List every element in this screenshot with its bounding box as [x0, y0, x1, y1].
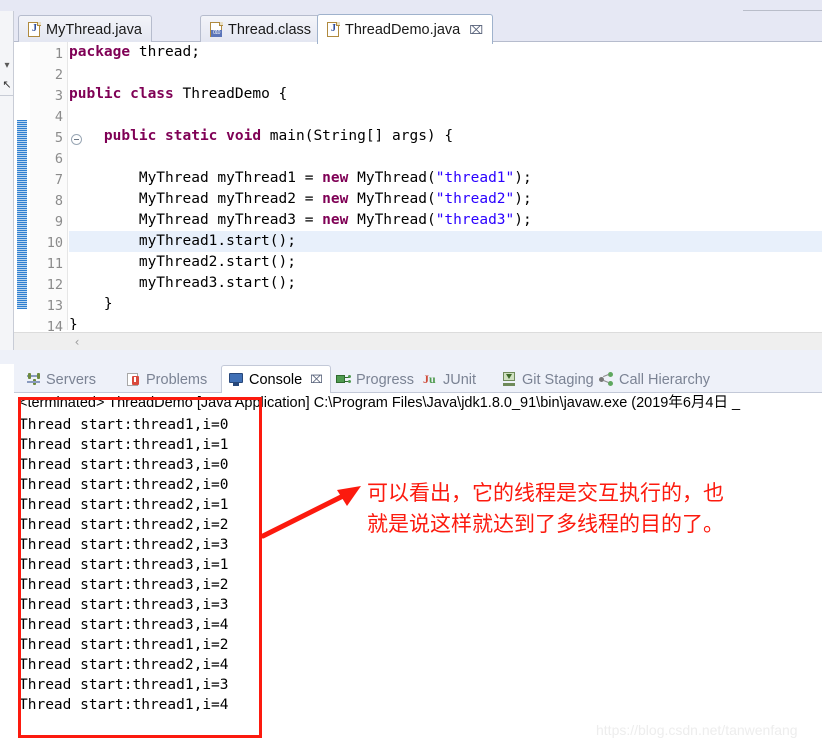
code-line[interactable] [69, 63, 822, 84]
console-output-line: Thread start:thread3,i=0 [19, 457, 229, 473]
console-view[interactable]: <terminated> ThreadDemo [Java Applicatio… [14, 393, 822, 754]
console-output-line: Thread start:thread1,i=3 [19, 677, 229, 693]
rail-chevron-down-icon[interactable]: ▾ [1, 59, 13, 73]
java-file-icon: J [327, 22, 340, 37]
view-tab-console[interactable]: Console ⌧ [221, 365, 331, 393]
console-output-line: Thread start:thread1,i=1 [19, 437, 229, 453]
editor-line-number-gutter: 1 2 3 4 5 6 7 8 9 10 11 12 13 14 [30, 42, 82, 335]
console-output-line: Thread start:thread2,i=4 [19, 657, 229, 673]
editor-tab-threaddemo-java[interactable]: J ThreadDemo.java ⌧ [317, 14, 494, 44]
call-hierarchy-icon [599, 372, 614, 387]
code-line[interactable] [69, 147, 822, 168]
view-tab-progress[interactable]: Progress [329, 366, 421, 393]
console-output-line: Thread start:thread2,i=2 [19, 517, 229, 533]
editor-line-number: 12 [46, 277, 63, 293]
code-line[interactable]: public class ThreadDemo { [69, 84, 822, 105]
editor-tab-label: ThreadDemo.java [345, 21, 461, 38]
view-tab-label: Git Staging [522, 371, 594, 388]
view-tab-label: Problems [146, 371, 208, 388]
code-line[interactable]: } [69, 315, 822, 330]
editor-code-area[interactable]: package thread; public class ThreadDemo {… [69, 42, 822, 330]
editor-line-number: 3 [54, 88, 63, 104]
editor-line-number: 4 [54, 109, 63, 125]
console-output-line: Thread start:thread2,i=0 [19, 477, 229, 493]
console-output-line: Thread start:thread2,i=3 [19, 537, 229, 553]
code-line[interactable]: MyThread myThread2 = new MyThread("threa… [69, 189, 822, 210]
view-tab-label: Console [249, 371, 303, 388]
view-tab-label: JUnit [443, 371, 477, 388]
bottom-view-tab-bar: Servers Problems Console ⌧ Progress Ju JUnit Gi… [14, 364, 822, 393]
window-top-strip-right [743, 0, 822, 11]
problems-icon [126, 372, 141, 387]
progress-icon [336, 372, 351, 387]
scroll-left-chevron-icon[interactable]: ‹ [69, 334, 85, 350]
window-top-strip [0, 0, 822, 11]
editor-tab-label: MyThread.java [46, 21, 142, 38]
console-output-line: Thread start:thread1,i=0 [19, 417, 229, 433]
console-output-line: Thread start:thread3,i=3 [19, 597, 229, 613]
editor-tab-bar: J MyThread.java 010 Thread.class J ThreadDemo… [14, 11, 822, 44]
code-line[interactable]: MyThread myThread3 = new MyThread("threa… [69, 210, 822, 231]
editor-annotation-gutter [14, 42, 30, 330]
code-line[interactable]: MyThread myThread1 = new MyThread("threa… [69, 168, 822, 189]
code-line[interactable]: myThread2.start(); [69, 252, 822, 273]
watermark-text: https://blog.csdn.net/tanwenfang [596, 722, 798, 738]
view-tab-label: Call Hierarchy [619, 371, 711, 388]
view-tab-git-staging[interactable]: Git Staging [495, 366, 601, 393]
editor-line-number: 13 [46, 298, 63, 314]
console-output-line: Thread start:thread1,i=2 [19, 637, 229, 653]
code-editor[interactable]: 1 2 3 4 5 6 7 8 9 10 11 12 13 14 package thread; publi… [14, 42, 822, 335]
servers-icon [26, 372, 41, 387]
editor-bottom-gap [0, 350, 822, 364]
git-staging-icon [502, 372, 517, 387]
code-line[interactable]: } [69, 294, 822, 315]
code-line[interactable]: myThread1.start(); [69, 231, 822, 252]
console-output-line: Thread start:thread3,i=4 [19, 617, 229, 633]
code-line[interactable]: myThread3.start(); [69, 273, 822, 294]
view-tab-label: Servers [46, 371, 96, 388]
view-tab-close-icon[interactable]: ⌧ [310, 373, 323, 386]
editor-line-number: 8 [54, 193, 63, 209]
console-output-line: Thread start:thread2,i=1 [19, 497, 229, 513]
code-line[interactable] [69, 105, 822, 126]
editor-tab-mythread-java[interactable]: J MyThread.java [18, 15, 152, 43]
code-line[interactable]: public static void main(String[] args) { [69, 126, 822, 147]
rail-restore-icon[interactable]: ↖ [1, 77, 13, 93]
editor-line-number: 7 [54, 172, 63, 188]
console-output-line: Thread start:thread1,i=4 [19, 697, 229, 713]
editor-horizontal-scrollbar[interactable]: ‹ [14, 332, 822, 350]
editor-line-number: 6 [54, 151, 63, 167]
editor-tab-thread-class[interactable]: 010 Thread.class [200, 15, 322, 43]
editor-tab-close-icon[interactable]: ⌧ [469, 23, 483, 37]
code-line[interactable]: package thread; [69, 42, 822, 63]
editor-line-number: 5 [54, 130, 63, 146]
annotation-text: 可以看出，它的线程是交互执行的，也 就是说这样就达到了多线程的目的了。 [367, 482, 724, 536]
view-tab-call-hierarchy[interactable]: Call Hierarchy [592, 366, 717, 393]
annotation-arrow-icon [260, 486, 361, 539]
editor-line-number: 11 [46, 256, 63, 272]
editor-line-number: 2 [54, 67, 63, 83]
view-tab-junit[interactable]: Ju JUnit [416, 366, 483, 393]
editor-line-number: 1 [54, 46, 63, 62]
console-output-line: Thread start:thread3,i=2 [19, 577, 229, 593]
view-tab-servers[interactable]: Servers [19, 366, 103, 393]
class-file-icon: 010 [210, 22, 223, 37]
java-file-icon: J [28, 22, 41, 37]
console-icon [229, 372, 244, 387]
rail-divider [0, 95, 14, 96]
folding-annotation-bar [17, 120, 27, 309]
left-perspective-rail: ▾ ↖ [0, 11, 14, 352]
editor-line-number: 10 [46, 235, 63, 251]
junit-icon: Ju [423, 372, 436, 386]
console-launch-header: <terminated> ThreadDemo [Java Applicatio… [19, 395, 741, 411]
view-tab-label: Progress [356, 371, 415, 388]
editor-line-number: 9 [54, 214, 63, 230]
console-output-line: Thread start:thread3,i=1 [19, 557, 229, 573]
editor-tab-label: Thread.class [228, 21, 312, 38]
view-tab-problems[interactable]: Problems [119, 366, 214, 393]
